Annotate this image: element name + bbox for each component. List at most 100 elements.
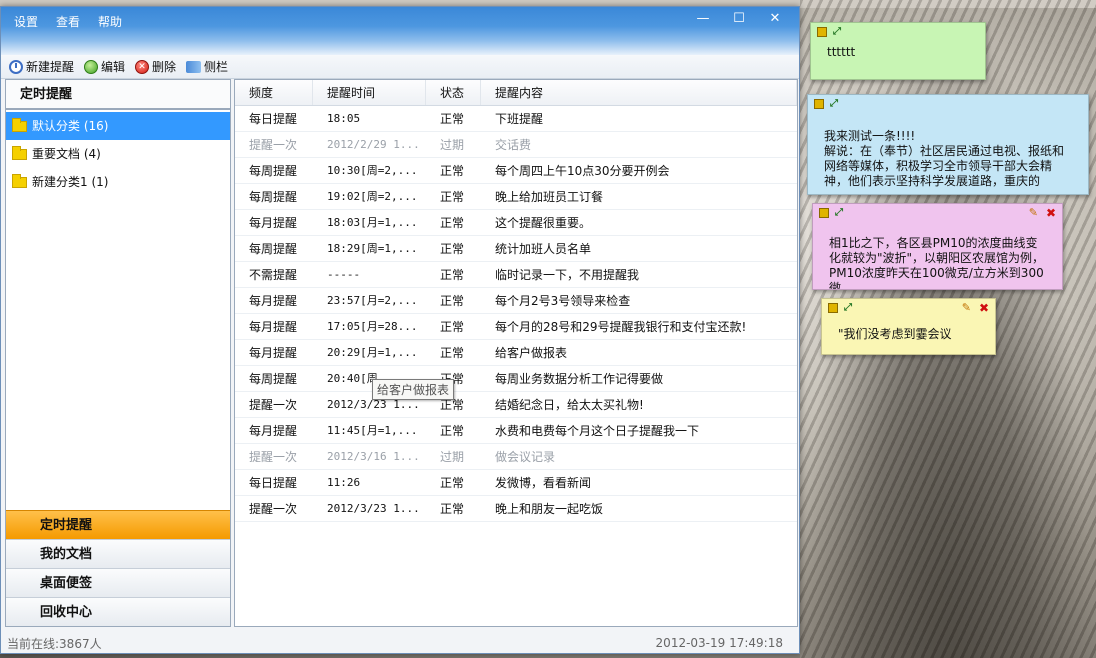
pin-icon[interactable] bbox=[828, 303, 838, 313]
maximize-button[interactable]: ☐ bbox=[721, 9, 757, 29]
close-icon[interactable]: ✖ bbox=[1046, 206, 1056, 220]
table-row[interactable]: 提醒一次 2012/3/16 1... 过期 做会议记录 bbox=[235, 444, 797, 470]
cell-time: 2012/2/29 1... bbox=[327, 138, 420, 151]
toolbar: 新建提醒 编辑 ✕ 删除 侧栏 bbox=[1, 55, 799, 79]
cell-status: 过期 bbox=[440, 138, 465, 152]
close-icon[interactable]: ✖ bbox=[979, 301, 989, 315]
cell-frequency: 每周提醒 bbox=[249, 164, 298, 178]
column-header-status[interactable]: 状态 bbox=[426, 80, 481, 105]
note-actions: ✎ ✖ bbox=[1029, 206, 1056, 220]
delete-label: 删除 bbox=[152, 60, 177, 74]
table-row[interactable]: 每月提醒 11:45[月=1,... 正常 水费和电费每个月这个日子提醒我一下 bbox=[235, 418, 797, 444]
pin-icon[interactable] bbox=[814, 99, 824, 109]
table-row[interactable]: 提醒一次 2012/3/23 1... 正常 晚上和朋友一起吃饭 bbox=[235, 496, 797, 522]
sticky-note-4[interactable]: ⤢ ✎ ✖ "我们没考虑到霎会议 bbox=[821, 298, 996, 355]
edit-icon bbox=[84, 59, 99, 74]
pin-icon[interactable] bbox=[819, 208, 829, 218]
new-reminder-label: 新建提醒 bbox=[26, 60, 75, 74]
menu-view[interactable]: 查看 bbox=[49, 11, 87, 32]
cell-frequency: 每月提醒 bbox=[249, 424, 298, 438]
window-controls: — ☐ ✕ bbox=[685, 9, 793, 29]
table-row[interactable]: 每日提醒 11:26 正常 发微博，看看新闻 bbox=[235, 470, 797, 496]
cell-content: 给客户做报表 bbox=[495, 346, 568, 360]
left-panel: 定时提醒 默认分类 (16) 重要文档 (4) 新建分类1 (1) 定时提醒 我… bbox=[5, 79, 231, 627]
sidebar-icon bbox=[186, 60, 202, 73]
cell-content: 这个提醒很重要。 bbox=[495, 216, 592, 230]
expand-icon[interactable]: ⤢ bbox=[835, 208, 845, 218]
table-row[interactable]: 每日提醒 18:05 正常 下班提醒 bbox=[235, 106, 797, 132]
cell-status: 过期 bbox=[440, 450, 465, 464]
cell-status: 正常 bbox=[440, 294, 465, 308]
cell-frequency: 每周提醒 bbox=[249, 242, 298, 256]
cell-time: 23:57[月=2,... bbox=[327, 294, 418, 307]
column-header-time[interactable]: 提醒时间 bbox=[313, 80, 426, 105]
cell-status: 正常 bbox=[440, 502, 465, 516]
status-datetime: 2012-03-19 17:49:18 bbox=[655, 636, 783, 650]
nav-my-documents[interactable]: 我的文档 bbox=[6, 539, 230, 568]
note-toolbar: ⤢ bbox=[811, 23, 985, 41]
sticky-note-3[interactable]: ⤢ ✎ ✖ 相1比之下，各区县PM10的浓度曲线变化就较为"波折"，以朝阳区农展… bbox=[812, 203, 1063, 290]
delete-button[interactable]: ✕ 删除 bbox=[135, 58, 176, 75]
cell-content: 统计加班人员名单 bbox=[495, 242, 592, 256]
sticky-note-2[interactable]: ⤢ 我来测试一条!!!! 解说：在（奉节）社区居民通过电视、报纸和网络等媒体，积… bbox=[807, 94, 1089, 195]
cell-time: 17:05[月=28... bbox=[327, 320, 418, 333]
column-header-content[interactable]: 提醒内容 bbox=[481, 80, 797, 105]
edit-icon[interactable]: ✎ bbox=[962, 301, 971, 315]
table-row[interactable]: 提醒一次 2012/2/29 1... 过期 交话费 bbox=[235, 132, 797, 158]
cell-frequency: 每日提醒 bbox=[249, 112, 298, 126]
pin-icon[interactable] bbox=[817, 27, 827, 37]
folder-icon bbox=[12, 145, 27, 160]
cell-frequency: 提醒一次 bbox=[249, 138, 298, 152]
status-bar: 当前在线:3867人 2012-03-19 17:49:18 bbox=[1, 633, 799, 653]
nav-recycle-bin[interactable]: 回收中心 bbox=[6, 597, 230, 626]
cell-status: 正常 bbox=[440, 424, 465, 438]
table-row[interactable]: 每周提醒 18:29[周=1,... 正常 统计加班人员名单 bbox=[235, 236, 797, 262]
category-item-default[interactable]: 默认分类 (16) bbox=[6, 112, 230, 140]
expand-icon[interactable]: ⤢ bbox=[844, 303, 854, 313]
table-body: 每日提醒 18:05 正常 下班提醒 提醒一次 2012/2/29 1... 过期 交话费 每周… bbox=[235, 106, 797, 522]
category-list: 默认分类 (16) 重要文档 (4) 新建分类1 (1) bbox=[6, 110, 230, 196]
sidebar-button[interactable]: 侧栏 bbox=[186, 58, 228, 75]
online-count: 当前在线:3867人 bbox=[7, 636, 102, 651]
category-item-important[interactable]: 重要文档 (4) bbox=[6, 140, 230, 168]
cell-frequency: 提醒一次 bbox=[249, 502, 298, 516]
minimize-button[interactable]: — bbox=[685, 9, 721, 29]
column-header-frequency[interactable]: 频度 bbox=[235, 80, 313, 105]
table-row[interactable]: 每周提醒 19:02[周=2,... 正常 晚上给加班员工订餐 bbox=[235, 184, 797, 210]
edit-label: 编辑 bbox=[101, 60, 126, 74]
table-row[interactable]: 每月提醒 20:29[月=1,... 正常 给客户做报表 bbox=[235, 340, 797, 366]
left-panel-title: 定时提醒 bbox=[6, 80, 230, 110]
expand-icon[interactable]: ⤢ bbox=[833, 27, 843, 37]
table-row[interactable]: 不需提醒 ----- 正常 临时记录一下，不用提醒我 bbox=[235, 262, 797, 288]
sticky-note-1[interactable]: ⤢ tttttt bbox=[810, 22, 986, 80]
new-reminder-button[interactable]: 新建提醒 bbox=[9, 58, 74, 75]
category-item-new[interactable]: 新建分类1 (1) bbox=[6, 168, 230, 196]
nav-timed-reminder[interactable]: 定时提醒 bbox=[6, 510, 230, 539]
menu-help[interactable]: 帮助 bbox=[91, 11, 129, 32]
table-row[interactable]: 每月提醒 23:57[月=2,... 正常 每个月2号3号领导来检查 bbox=[235, 288, 797, 314]
cell-frequency: 每月提醒 bbox=[249, 320, 298, 334]
expand-icon[interactable]: ⤢ bbox=[830, 99, 840, 109]
reminder-table: 频度 提醒时间 状态 提醒内容 每日提醒 18:05 正常 下班提醒 提醒一次 2012/… bbox=[234, 79, 798, 627]
cell-content: 临时记录一下，不用提醒我 bbox=[495, 268, 640, 282]
cell-frequency: 每月提醒 bbox=[249, 346, 298, 360]
cell-time: 2012/3/23 1... bbox=[327, 502, 420, 515]
nav-desktop-notes[interactable]: 桌面便签 bbox=[6, 568, 230, 597]
edit-icon[interactable]: ✎ bbox=[1029, 206, 1038, 220]
table-row[interactable]: 每月提醒 18:03[月=1,... 正常 这个提醒很重要。 bbox=[235, 210, 797, 236]
table-row[interactable]: 提醒一次 2012/3/23 1... 正常 结婚纪念日，给太太买礼物! bbox=[235, 392, 797, 418]
cell-time: 10:30[周=2,... bbox=[327, 164, 418, 177]
table-row[interactable]: 每月提醒 17:05[月=28... 正常 每个月的28号和29号提醒我银行和支付宝还… bbox=[235, 314, 797, 340]
menu-settings[interactable]: 设置 bbox=[7, 11, 45, 32]
cell-time: 11:45[月=1,... bbox=[327, 424, 418, 437]
cell-content: 每个周四上午10点30分要开例会 bbox=[495, 164, 670, 178]
close-button[interactable]: ✕ bbox=[757, 9, 793, 29]
cell-status: 正常 bbox=[440, 320, 465, 334]
table-header: 频度 提醒时间 状态 提醒内容 bbox=[235, 80, 797, 106]
cell-content: 每个月的28号和29号提醒我银行和支付宝还款! bbox=[495, 320, 747, 334]
cell-time: 20:29[月=1,... bbox=[327, 346, 418, 359]
table-row[interactable]: 每周提醒20:40[周正常每周业务数据分析工作记得要做 bbox=[235, 366, 797, 392]
table-row[interactable]: 每周提醒 10:30[周=2,... 正常 每个周四上午10点30分要开例会 bbox=[235, 158, 797, 184]
delete-icon: ✕ bbox=[135, 59, 150, 74]
edit-button[interactable]: 编辑 bbox=[84, 58, 125, 75]
